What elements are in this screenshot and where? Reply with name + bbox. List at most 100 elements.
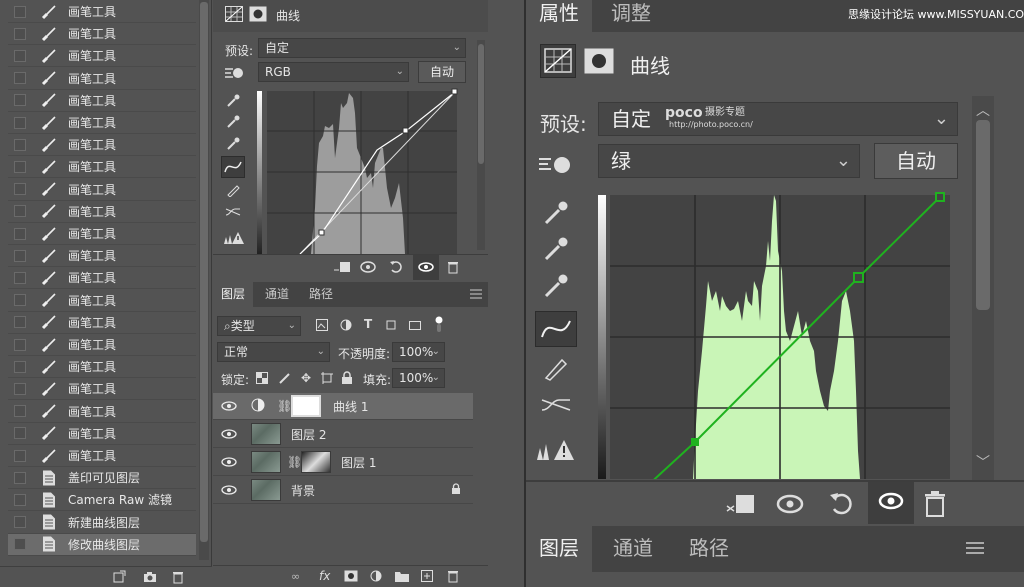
history-item[interactable]: 盖印可见图层 xyxy=(8,467,196,490)
edit-points-curve-icon[interactable] xyxy=(221,156,245,178)
filter-type-icon[interactable]: T xyxy=(364,317,372,331)
blend-mode-dropdown[interactable]: 正常 ⌄ xyxy=(217,342,330,362)
curves-graph-small[interactable] xyxy=(257,88,477,254)
history-source-checkbox[interactable] xyxy=(14,183,26,196)
delete-state-trash-icon[interactable] xyxy=(172,570,184,587)
white-point-eyedropper-icon[interactable] xyxy=(222,134,244,154)
curve-point[interactable] xyxy=(935,192,945,202)
black-point-eyedropper-icon[interactable] xyxy=(536,196,576,230)
filter-adjustment-icon[interactable] xyxy=(340,319,352,334)
curve-point[interactable] xyxy=(402,127,409,134)
filter-shape-icon[interactable] xyxy=(385,319,397,334)
toggle-visibility-eye-icon[interactable] xyxy=(413,255,439,280)
history-source-checkbox[interactable] xyxy=(14,294,26,307)
history-item[interactable]: 画笔工具 xyxy=(8,156,196,179)
lock-all-icon[interactable] xyxy=(341,371,353,387)
channel-dropdown[interactable]: RGB ⌄ xyxy=(258,62,409,82)
curve-point[interactable] xyxy=(853,272,864,283)
history-source-checkbox[interactable] xyxy=(14,138,26,151)
history-item[interactable]: 画笔工具 xyxy=(8,401,196,423)
history-source-checkbox[interactable] xyxy=(14,227,26,240)
reset-icon[interactable] xyxy=(389,260,403,277)
history-item[interactable]: 画笔工具 xyxy=(8,423,196,445)
delete-layer-trash-icon[interactable] xyxy=(447,569,459,586)
history-item[interactable]: 画笔工具 xyxy=(8,356,196,379)
properties-scrollbar[interactable] xyxy=(477,40,485,250)
delete-trash-icon[interactable] xyxy=(447,260,459,277)
smooth-curve-icon[interactable] xyxy=(222,202,244,222)
history-item[interactable]: 画笔工具 xyxy=(8,267,196,290)
history-item[interactable]: 画笔工具 xyxy=(8,223,196,245)
history-scrollbar[interactable] xyxy=(199,0,209,560)
layer-thumbnail[interactable] xyxy=(251,479,281,501)
tab-paths[interactable]: 路径 xyxy=(674,526,744,572)
history-source-checkbox[interactable] xyxy=(14,338,26,351)
history-item[interactable]: 画笔工具 xyxy=(8,290,196,312)
mask-icon[interactable] xyxy=(249,6,267,25)
curve-point[interactable] xyxy=(318,229,325,236)
toggle-visibility-eye-icon[interactable] xyxy=(868,482,914,524)
history-source-checkbox[interactable] xyxy=(14,49,26,62)
target-adjust-hand-icon[interactable] xyxy=(538,152,572,179)
history-item[interactable]: 修改曲线图层 xyxy=(8,533,196,556)
scroll-up-icon[interactable]: ︿ xyxy=(976,100,990,120)
curve-point-selected[interactable] xyxy=(691,438,699,446)
history-source-checkbox[interactable] xyxy=(14,160,26,173)
clipping-warning-icon[interactable] xyxy=(534,436,578,464)
history-source-checkbox[interactable] xyxy=(14,493,26,506)
lock-artboard-icon[interactable] xyxy=(321,372,333,387)
gray-point-eyedropper-icon[interactable] xyxy=(222,112,244,132)
history-item[interactable]: 画笔工具 xyxy=(8,134,196,157)
layer-thumbnail[interactable] xyxy=(251,423,281,445)
layer-row[interactable]: 背景 xyxy=(213,477,473,504)
draw-pencil-icon[interactable] xyxy=(222,180,244,200)
history-source-checkbox[interactable] xyxy=(14,427,26,440)
properties-scrollbar[interactable]: ︿ ﹀ xyxy=(972,96,994,480)
tab-channels[interactable]: 通道 xyxy=(598,526,668,572)
visibility-eye-icon[interactable] xyxy=(221,456,237,468)
white-point-eyedropper-icon[interactable] xyxy=(536,269,576,303)
history-source-checkbox[interactable] xyxy=(14,382,26,395)
view-previous-state-icon[interactable] xyxy=(776,492,808,519)
history-source-checkbox[interactable] xyxy=(14,449,26,462)
channel-dropdown[interactable]: 绿 ⌄ xyxy=(598,144,860,178)
history-source-checkbox[interactable] xyxy=(14,249,26,262)
clip-to-layer-icon[interactable] xyxy=(726,492,756,519)
scroll-down-icon[interactable]: ﹀ xyxy=(976,452,990,472)
history-source-checkbox[interactable] xyxy=(14,360,26,373)
history-item[interactable]: 画笔工具 xyxy=(8,68,196,90)
history-source-checkbox[interactable] xyxy=(14,316,26,329)
panel-menu-icon[interactable] xyxy=(966,541,984,558)
filter-pixel-icon[interactable] xyxy=(316,319,328,334)
history-item[interactable]: 画笔工具 xyxy=(8,179,196,201)
lock-image-brush-icon[interactable] xyxy=(279,372,291,387)
black-point-eyedropper-icon[interactable] xyxy=(222,91,244,111)
history-item[interactable]: 画笔工具 xyxy=(8,45,196,68)
tab-channels[interactable]: 通道 xyxy=(257,282,297,307)
history-source-checkbox[interactable] xyxy=(14,516,26,529)
new-adjustment-icon[interactable] xyxy=(370,570,382,585)
new-document-from-state-icon[interactable] xyxy=(112,570,126,587)
preset-dropdown[interactable]: 自定 ⌄ xyxy=(258,38,466,58)
history-item[interactable]: 画笔工具 xyxy=(8,112,196,134)
tab-adjustments[interactable]: 调整 xyxy=(598,0,664,32)
filter-smart-object-icon[interactable] xyxy=(409,319,421,334)
history-source-checkbox[interactable] xyxy=(14,94,26,107)
draw-pencil-icon[interactable] xyxy=(536,352,576,384)
history-item[interactable]: 画笔工具 xyxy=(8,90,196,112)
history-source-checkbox[interactable] xyxy=(14,27,26,40)
opacity-input[interactable]: 100% ⌄ xyxy=(392,342,445,362)
smooth-curve-icon[interactable] xyxy=(536,390,576,420)
link-chain-icon[interactable]: ⛓ xyxy=(287,455,302,469)
mask-icon[interactable] xyxy=(584,48,614,77)
tab-paths[interactable]: 路径 xyxy=(301,282,341,307)
tab-layers[interactable]: 图层 xyxy=(526,526,592,572)
history-item[interactable]: 画笔工具 xyxy=(8,201,196,223)
tab-layers[interactable]: 图层 xyxy=(213,282,253,307)
history-item[interactable]: 画笔工具 xyxy=(8,378,196,401)
gray-point-eyedropper-icon[interactable] xyxy=(536,232,576,266)
new-group-folder-icon[interactable] xyxy=(395,570,409,585)
clipping-warning-icon[interactable] xyxy=(222,229,246,247)
history-source-checkbox[interactable] xyxy=(14,5,26,18)
link-layers-icon[interactable]: ∞ xyxy=(291,570,300,583)
